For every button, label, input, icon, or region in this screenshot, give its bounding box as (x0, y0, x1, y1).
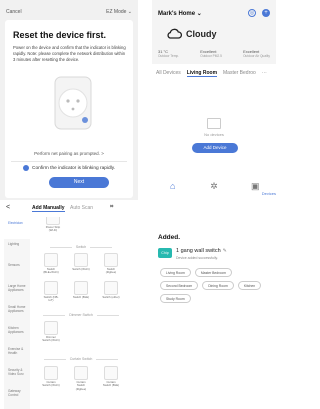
category-sidebar: Electrician Lighting Sensors Large Home … (4, 218, 30, 409)
curtain-icon (104, 366, 118, 380)
room-chips: Living Room Master Bedroom Second Bedroo… (160, 268, 272, 303)
cloud-icon (167, 28, 182, 39)
reset-card: Reset the device first. Power on the dev… (5, 20, 133, 198)
screenshot-collage: Cancel EZ Mode ⌄ Reset the device first.… (0, 0, 276, 409)
added-title: Added. (158, 234, 181, 241)
top-bar: Cancel EZ Mode ⌄ (6, 9, 132, 17)
room-tabs: All Devices Living Room Master Bedroo ··… (156, 70, 267, 77)
device-tile[interactable]: Switch (NB-IoT) (42, 281, 60, 303)
sidebar-item[interactable]: Electrician (4, 218, 30, 239)
room-chip[interactable]: Kitchen (237, 281, 262, 290)
add-device-button[interactable]: Add Device (192, 143, 238, 153)
scene-icon[interactable]: ◎ (248, 9, 256, 17)
room-chip[interactable]: Study Room (160, 294, 191, 303)
device-tile[interactable]: Curtain Switch (BLE) (102, 366, 120, 388)
devices-label: Devices (261, 191, 276, 196)
socket-illustration (54, 76, 92, 130)
empty-box-icon (207, 118, 221, 129)
stat-air: Excellent Outdoor Air Quality (243, 49, 270, 58)
sidebar-item[interactable]: Security & Video Surv. (4, 365, 30, 386)
room-chip[interactable]: Living Room (160, 268, 191, 277)
help-link[interactable]: Perform net pairing as prompted. > (5, 151, 133, 156)
switch-icon (104, 281, 118, 295)
home-header: Mark's Home ⌄ ◎ + Cloudy 31 °C Outdoor Te… (152, 0, 276, 64)
section-switch: Switch (34, 245, 128, 249)
room-chip[interactable]: Master Bedroom (194, 268, 232, 277)
stat-pm25: Excellent Outdoor PM2.5 (200, 49, 222, 58)
edit-pencil-icon[interactable]: ✎ (223, 248, 227, 254)
device-tile[interactable]: Switch (Zigbee) (102, 253, 120, 275)
sidebar-item[interactable]: Exercise & Health (4, 344, 30, 365)
sidebar-item[interactable]: Small Home Appliances (4, 302, 30, 323)
home-selector[interactable]: Mark's Home ⌄ (158, 10, 202, 17)
switch-icon (44, 281, 58, 295)
device-status: Device added successfully. (176, 256, 218, 260)
scan-icon[interactable]: ⌗ (110, 204, 113, 211)
sidebar-item[interactable]: Gateway Control (4, 386, 30, 407)
switch-icon (74, 281, 88, 295)
bottom-nav: ⌂ ✲ ▣ (152, 175, 276, 197)
sidebar-item[interactable]: Lighting (4, 239, 30, 260)
empty-state-text: No devices (204, 132, 224, 137)
add-icon[interactable]: + (262, 9, 270, 17)
device-tile[interactable]: Power Strip (Wi-Fi) (44, 217, 62, 233)
confirm-label: Confirm the indicator is blinking rapidl… (32, 165, 116, 171)
curtain-icon (44, 366, 58, 380)
cancel-button[interactable]: Cancel (6, 9, 22, 15)
mode-dropdown[interactable]: EZ Mode ⌄ (106, 9, 132, 15)
home-icon[interactable]: ⌂ (163, 181, 183, 191)
device-tile[interactable]: Dimmer Switch (Wi-Fi) (42, 321, 60, 343)
device-tile[interactable]: Switch (other) (102, 281, 120, 299)
device-chip-icon: Chip (158, 248, 172, 258)
sidebar-item[interactable]: Kitchen Appliances (4, 323, 30, 344)
tabs-more-button[interactable]: ··· (262, 70, 267, 77)
device-tile[interactable]: Curtain Switch (Zigbee) (72, 366, 90, 391)
switch-icon (74, 253, 88, 267)
instructions-text: Power on the device and confirm that the… (13, 45, 126, 62)
device-name[interactable]: 1 gang wall switch ✎ (176, 248, 227, 254)
curtain-icon (74, 366, 88, 380)
reset-device-screen: Cancel EZ Mode ⌄ Reset the device first.… (0, 0, 138, 200)
back-button[interactable]: < (6, 204, 10, 211)
section-dimmer: Dimmer Switch (34, 313, 128, 317)
add-device-screen: < Add Manually Auto Scan ⌗ Electrician L… (4, 200, 130, 409)
next-button[interactable]: Next (49, 177, 109, 188)
tab-all-devices[interactable]: All Devices (156, 70, 181, 77)
tab-master-bedroom[interactable]: Master Bedroo (223, 70, 256, 77)
tab-living-room[interactable]: Living Room (186, 70, 218, 77)
tab-auto-scan[interactable]: Auto Scan (70, 205, 93, 211)
weather-stats: 31 °C Outdoor Temp. Excellent Outdoor PM2.… (158, 49, 270, 59)
room-chip[interactable]: Second Bedroom (160, 281, 199, 290)
device-tile[interactable]: Switch (Wi-Fi) (72, 253, 90, 271)
device-added-screen: Added. Chip 1 gang wall switch ✎ Device a… (152, 200, 276, 409)
smart-icon[interactable]: ✲ (204, 181, 224, 192)
device-tile[interactable]: Switch (BLE+Wi-Fi) (42, 253, 60, 275)
switch-icon (44, 253, 58, 267)
weather-widget: Cloudy (166, 28, 217, 39)
room-chip[interactable]: Dining Room (202, 281, 234, 290)
device-tile[interactable]: Switch (BLE) (72, 281, 90, 299)
section-curtain: Curtain Switch (34, 357, 128, 361)
sidebar-item[interactable]: Large Home Appliances (4, 281, 30, 302)
divider (11, 161, 127, 162)
switch-icon (104, 253, 118, 267)
device-tile[interactable]: Curtain Switch (Wi-Fi) (42, 366, 60, 388)
profile-icon[interactable]: ▣ (245, 181, 265, 192)
confirm-checkbox[interactable]: Confirm the indicator is blinking rapidl… (23, 165, 115, 171)
home-screen: Mark's Home ⌄ ◎ + Cloudy 31 °C Outdoor Te… (152, 0, 276, 200)
add-header: < Add Manually Auto Scan ⌗ (4, 204, 130, 214)
page-title: Reset the device first. (13, 30, 107, 40)
dimmer-icon (44, 321, 58, 335)
sidebar-item[interactable]: Sensors (4, 260, 30, 281)
tab-add-manually[interactable]: Add Manually (32, 205, 65, 212)
weather-label: Cloudy (186, 28, 217, 39)
check-radio-icon[interactable] (23, 165, 29, 171)
power-strip-icon (46, 217, 60, 225)
stat-temp: 31 °C Outdoor Temp. (158, 49, 180, 58)
